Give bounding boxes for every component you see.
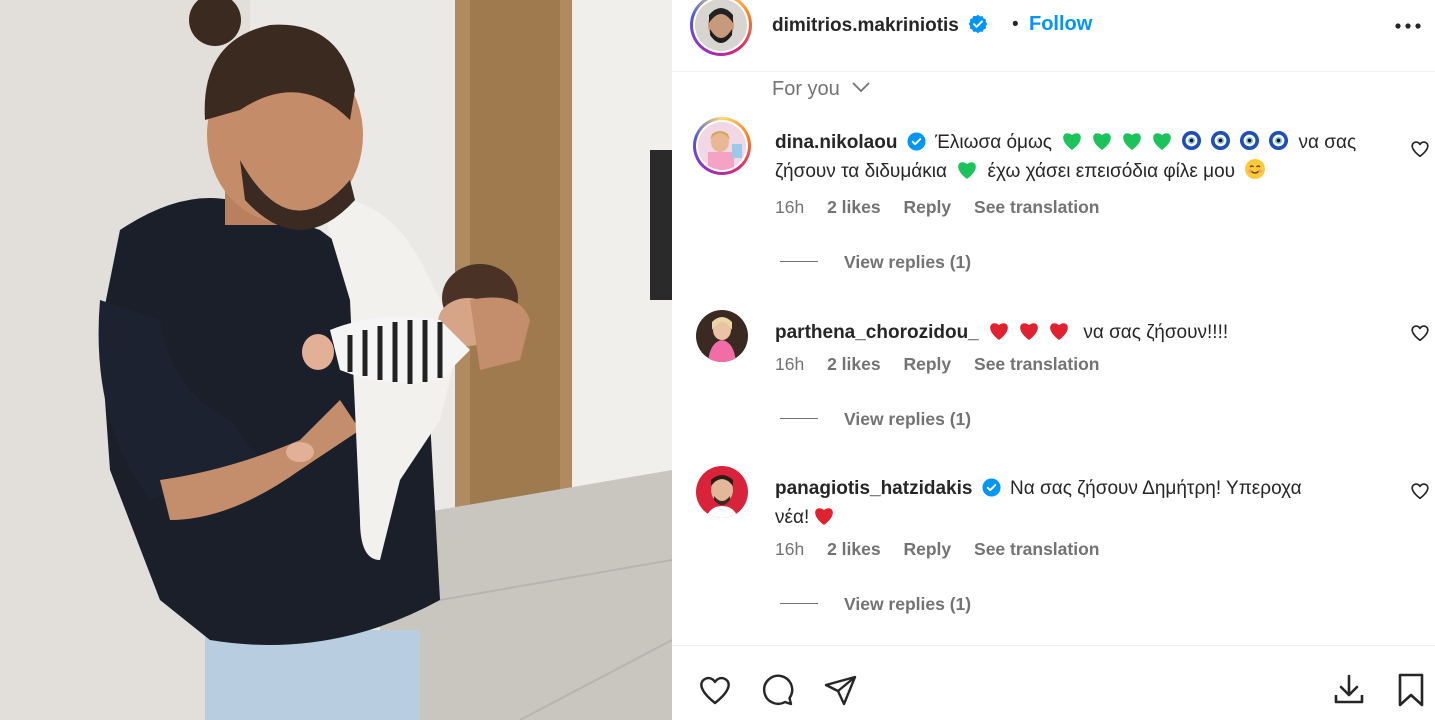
see-translation-button[interactable]: See translation bbox=[974, 354, 1099, 374]
comment-meta: 16h 2 likes Reply See translation bbox=[775, 539, 1117, 560]
replies-divider bbox=[780, 603, 818, 604]
emoji-group bbox=[984, 322, 1079, 343]
owner-username[interactable]: dimitrios.makriniotis bbox=[772, 14, 988, 37]
comment-avatar-image bbox=[696, 466, 748, 518]
comment-body: parthena_chorozidou_ να σας ζήσουν!!!! bbox=[775, 318, 1387, 347]
owner-username-text[interactable]: dimitrios.makriniotis bbox=[772, 15, 959, 36]
header-separator: • bbox=[1012, 14, 1019, 35]
feed-filter-dropdown[interactable]: For you bbox=[772, 78, 871, 101]
comment-time: 16h bbox=[775, 539, 805, 559]
nazar-emoji bbox=[1240, 130, 1260, 151]
view-replies-button[interactable]: View replies (1) bbox=[780, 409, 971, 430]
download-icon[interactable] bbox=[1330, 671, 1368, 709]
emoji-group bbox=[1057, 130, 1298, 153]
post-action-bar bbox=[672, 645, 1435, 720]
reply-button[interactable]: Reply bbox=[903, 197, 951, 217]
comment-avatar[interactable] bbox=[693, 117, 751, 175]
red-heart-emoji bbox=[1020, 323, 1038, 340]
comment-meta: 16h 2 likes Reply See translation bbox=[775, 354, 1117, 375]
comment-like-heart-icon[interactable] bbox=[1409, 480, 1431, 502]
owner-avatar[interactable] bbox=[690, 0, 752, 56]
comment-text: να σας ζήσουν!!!! bbox=[1083, 322, 1229, 343]
red-heart-emoji bbox=[815, 508, 834, 525]
comment-time: 16h bbox=[775, 197, 805, 217]
view-replies-label: View replies (1) bbox=[844, 409, 972, 429]
comment-username[interactable]: dina.nikolaou bbox=[775, 132, 897, 153]
comment-likes[interactable]: 2 likes bbox=[827, 197, 881, 217]
share-icon[interactable] bbox=[822, 671, 860, 709]
reply-button[interactable]: Reply bbox=[903, 539, 951, 559]
follow-button[interactable]: Follow bbox=[1029, 13, 1092, 36]
comment-like-heart-icon[interactable] bbox=[1409, 138, 1431, 160]
comment-body: panagiotis_hatzidakis Να σας ζήσουν Δημή… bbox=[775, 474, 1387, 532]
green-heart-emoji bbox=[1063, 133, 1082, 150]
comment-avatar-image bbox=[698, 122, 746, 170]
comment-avatar[interactable] bbox=[696, 466, 748, 518]
verified-icon bbox=[982, 478, 1001, 497]
verified-icon bbox=[968, 14, 988, 34]
see-translation-button[interactable]: See translation bbox=[974, 539, 1099, 559]
comment-body: dina.nikolaou Έλιωσα όμως να σας ζήσουν … bbox=[775, 128, 1387, 186]
green-heart-emoji bbox=[1123, 133, 1142, 150]
smiling-face-emoji bbox=[1245, 159, 1266, 179]
view-replies-label: View replies (1) bbox=[844, 252, 972, 272]
red-heart-emoji bbox=[990, 323, 1008, 340]
bookmark-icon[interactable] bbox=[1392, 671, 1430, 709]
comment-text: ζήσουν τα διδυμάκια bbox=[775, 161, 947, 182]
reply-button[interactable]: Reply bbox=[903, 354, 951, 374]
green-heart-emoji bbox=[958, 162, 977, 179]
post-photo-illustration bbox=[0, 0, 672, 720]
green-heart-emoji bbox=[1153, 133, 1172, 150]
comment-icon[interactable] bbox=[759, 671, 797, 709]
heart-icon[interactable] bbox=[696, 671, 734, 709]
comment-avatar-image bbox=[696, 310, 748, 362]
chevron-down-icon bbox=[852, 82, 871, 93]
comment-likes[interactable]: 2 likes bbox=[827, 539, 881, 559]
replies-divider bbox=[780, 418, 818, 419]
comment-like-heart-icon[interactable] bbox=[1409, 322, 1431, 344]
see-translation-button[interactable]: See translation bbox=[974, 197, 1099, 217]
comment-username[interactable]: panagiotis_hatzidakis bbox=[775, 478, 972, 499]
view-replies-button[interactable]: View replies (1) bbox=[780, 594, 971, 615]
replies-divider bbox=[780, 261, 818, 262]
comment-text: έχω χάσει επεισόδια φίλε μου bbox=[987, 161, 1236, 182]
comment-text: Έλιωσα όμως bbox=[935, 132, 1052, 153]
comment-text: νέα! bbox=[775, 507, 810, 528]
comment-text: να σας bbox=[1298, 132, 1357, 153]
nazar-emoji bbox=[1182, 130, 1202, 151]
feed-filter-label: For you bbox=[772, 78, 840, 100]
comment-meta: 16h 2 likes Reply See translation bbox=[775, 197, 1117, 218]
nazar-emoji bbox=[1269, 130, 1289, 151]
comment-time: 16h bbox=[775, 354, 805, 374]
verified-icon bbox=[907, 132, 926, 151]
comment-likes[interactable]: 2 likes bbox=[827, 354, 881, 374]
view-replies-label: View replies (1) bbox=[844, 594, 972, 614]
post-header: dimitrios.makriniotis • Follow bbox=[672, 0, 1435, 72]
nazar-emoji bbox=[1211, 130, 1231, 151]
view-replies-button[interactable]: View replies (1) bbox=[780, 252, 971, 273]
more-options-icon[interactable] bbox=[1392, 12, 1424, 40]
comment-text: Να σας ζήσουν Δημήτρη! Υπεροχα bbox=[1010, 478, 1302, 499]
comment-avatar[interactable] bbox=[696, 310, 748, 362]
owner-avatar-image bbox=[695, 0, 747, 51]
comment-username[interactable]: parthena_chorozidou_ bbox=[775, 322, 979, 343]
green-heart-emoji bbox=[1093, 133, 1112, 150]
post-detail-panel: dimitrios.makriniotis • Follow For you d… bbox=[672, 0, 1435, 720]
red-heart-emoji bbox=[1050, 323, 1068, 340]
post-photo[interactable] bbox=[0, 0, 672, 720]
